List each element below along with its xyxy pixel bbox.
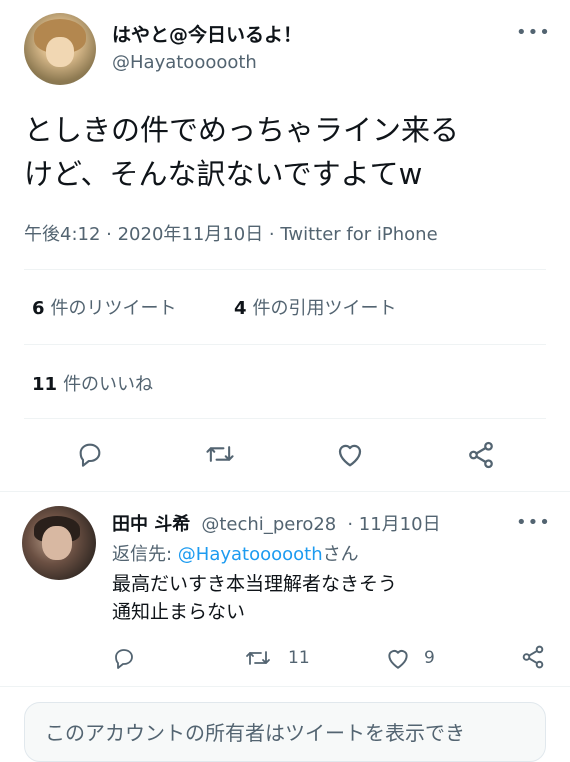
reply-header: 田中 斗希 @techi_pero28 · 11月10日 — [112, 510, 441, 536]
tweet-text: としきの件でめっちゃライン来る けど、そんな訳ないですよてw — [24, 108, 459, 196]
retweets-stat[interactable]: 6 件のリツイート — [32, 294, 177, 320]
author-handle[interactable]: @Hayatoooooth — [112, 52, 257, 73]
replying-to-handle-link[interactable]: @Hayatoooooth — [178, 544, 323, 565]
replying-to: 返信先: @Hayatooooothさん — [112, 540, 359, 566]
avatar-face — [46, 37, 74, 67]
avatar-face — [42, 526, 72, 560]
reply-author-name[interactable]: 田中 斗希 — [112, 514, 190, 535]
reply-date[interactable]: · 11月10日 — [347, 514, 440, 535]
likes-count: 11 — [32, 374, 58, 395]
reply-text-line-1: 最高だいすき本当理解者なきそう — [112, 573, 398, 595]
reply-author-avatar[interactable] — [22, 506, 96, 580]
reply-text-line-2: 通知止まらない — [112, 601, 246, 623]
reply-retweet-icon[interactable] — [244, 646, 272, 670]
divider — [24, 344, 546, 345]
divider — [24, 418, 546, 419]
reply-more-options-icon[interactable]: ••• — [516, 512, 551, 533]
replying-to-prefix: 返信先: — [112, 544, 178, 565]
tweet-text-line-1: としきの件でめっちゃライン来る — [24, 113, 460, 147]
reply-like-icon[interactable] — [385, 646, 411, 670]
retweets-count: 6 — [32, 298, 45, 319]
more-options-icon[interactable]: ••• — [516, 22, 551, 43]
quotes-stat[interactable]: 4 件の引用ツイート — [234, 294, 397, 320]
reply-reply-icon[interactable] — [112, 646, 136, 670]
reply-icon[interactable] — [76, 440, 104, 468]
reply-text: 最高だいすき本当理解者なきそう 通知止まらない — [112, 570, 397, 626]
quotes-label: 件の引用ツイート — [252, 298, 397, 319]
reply-like-count: 9 — [424, 648, 435, 668]
likes-label: 件のいいね — [63, 374, 154, 395]
section-divider — [0, 686, 570, 687]
like-icon[interactable] — [335, 440, 365, 468]
reply-share-icon[interactable] — [520, 644, 546, 670]
share-icon[interactable] — [466, 440, 496, 470]
retweet-icon[interactable] — [204, 440, 236, 468]
reply-author-handle[interactable]: @techi_pero28 — [201, 514, 336, 535]
quotes-count: 4 — [234, 298, 247, 319]
author-name[interactable]: はやと@今日いるよ！ — [112, 20, 302, 47]
tweet-text-line-2: けど、そんな訳ないですよてw — [24, 157, 423, 191]
likes-stat[interactable]: 11 件のいいね — [32, 370, 153, 396]
section-divider — [0, 491, 570, 492]
divider — [24, 269, 546, 270]
replying-to-suffix: さん — [322, 544, 359, 565]
retweets-label: 件のリツイート — [50, 298, 177, 319]
tweet-timestamp[interactable]: 午後4:12 · 2020年11月10日 · Twitter for iPhon… — [24, 220, 438, 246]
withheld-notice: このアカウントの所有者はツイートを表示でき — [24, 702, 546, 762]
reply-retweet-count: 11 — [288, 648, 310, 668]
author-avatar[interactable] — [24, 13, 96, 85]
